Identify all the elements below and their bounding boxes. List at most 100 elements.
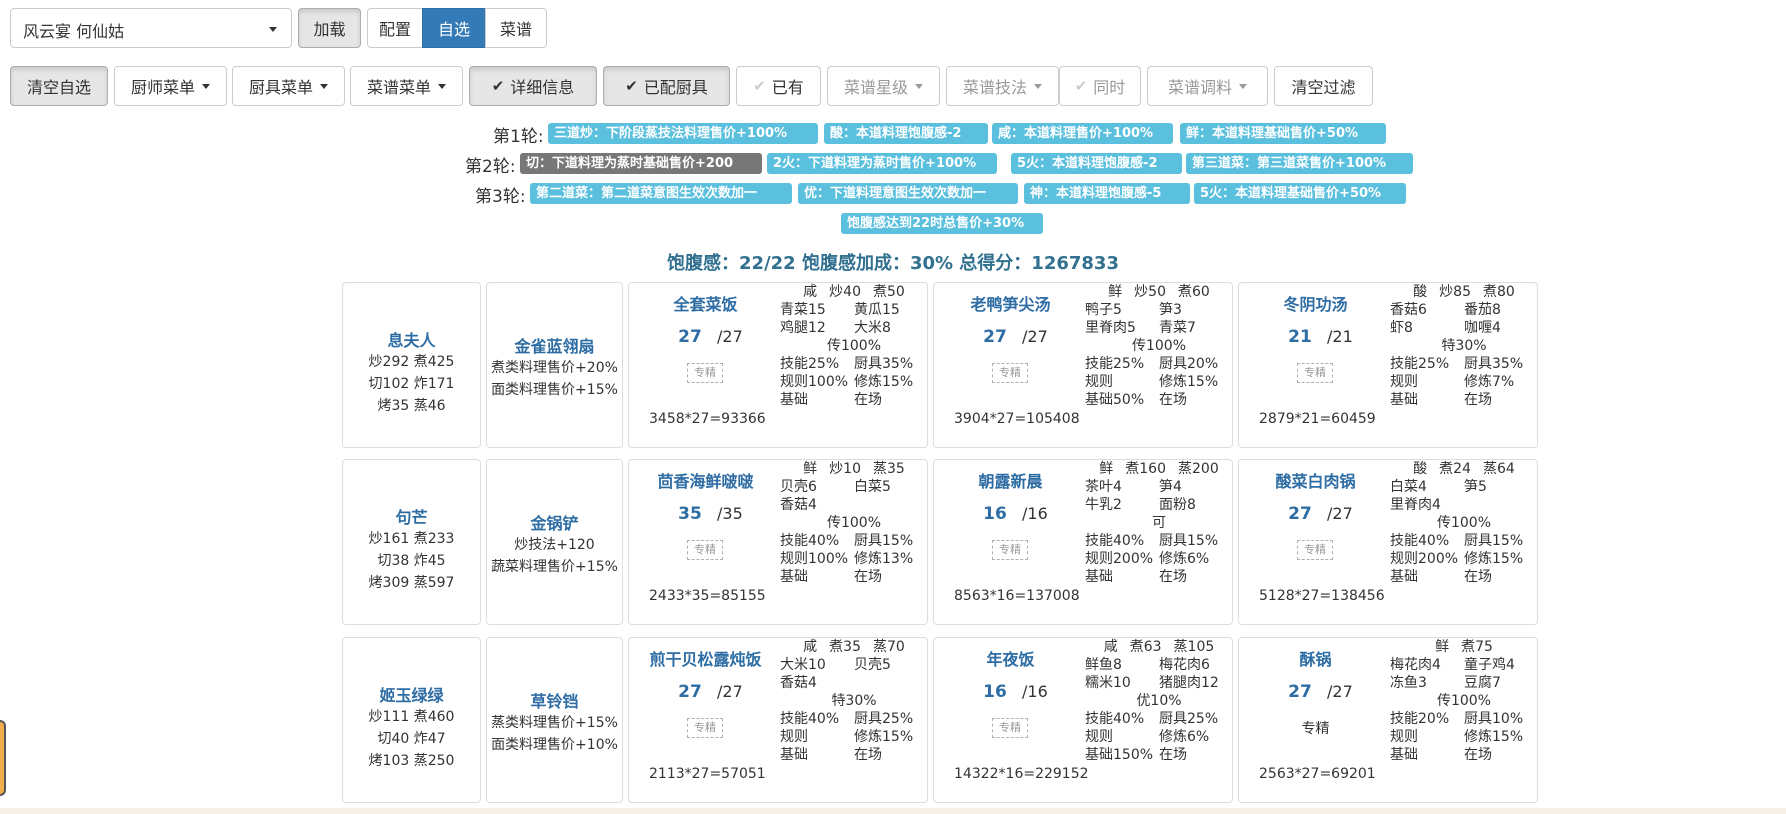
quantity-current[interactable]: 27: [676, 682, 704, 702]
chef-card[interactable]: 姬玉绿绿 炒111 煮460 切40 炸47 烤103 蒸250: [342, 637, 481, 803]
bonus-rule: 规则100% 修炼13%: [780, 550, 928, 568]
recipe-grade: 传100%: [1436, 693, 1492, 709]
quantity-current[interactable]: 27: [1286, 504, 1314, 524]
clear-filter-button[interactable]: 清空过滤: [1274, 66, 1373, 106]
recipe-attr: 蒸64: [1483, 461, 1515, 477]
quantity-current[interactable]: 16: [981, 504, 1009, 524]
recipe-attr: 酸: [1413, 461, 1428, 477]
specialty-icon[interactable]: 专精: [1297, 540, 1333, 560]
quantity-current[interactable]: 35: [676, 504, 704, 524]
equipment-card[interactable]: 草铃铛 蒸类料理售价+15% 面类料理售价+10%: [486, 637, 623, 803]
clear-selection-button[interactable]: 清空自选: [10, 66, 108, 106]
tab-recipes[interactable]: 菜谱: [485, 8, 547, 48]
owned-toggle[interactable]: ✔ 已有: [736, 66, 821, 106]
recipe-card[interactable]: 冬阴功汤 21 /21 专精 2879*21=60459 酸炒85 煮80 香菇6…: [1238, 282, 1538, 448]
bottom-scrollbar[interactable]: [0, 808, 1786, 814]
menu-select[interactable]: 风云宴 何仙姑: [10, 8, 292, 48]
specialty-icon[interactable]: 专精: [1297, 363, 1333, 383]
specialty-icon[interactable]: 专精: [687, 718, 723, 738]
quantity-current[interactable]: 16: [981, 682, 1009, 702]
round-tag: 神：本道料理饱腹感-5: [1024, 183, 1190, 204]
recipe-attr: 煮63: [1129, 639, 1162, 655]
rarity-filter[interactable]: 菜谱星级: [827, 66, 940, 106]
quantity-current[interactable]: 21: [1286, 327, 1314, 347]
equip-menu-button[interactable]: 厨具菜单: [232, 66, 345, 106]
recipe-name: 酸菜白肉锅: [1275, 472, 1356, 491]
recipe-details: 鲜炒10 蒸35 贝壳6 白菜5 香菇4 传100% 技能40% 厨具15% 规则10…: [780, 460, 928, 586]
recipe-card[interactable]: 茴香海鲜啵啵 35 /35 专精 2433*35=85155 鲜炒10 蒸35 贝…: [628, 459, 928, 625]
specialty-icon[interactable]: 专精: [992, 718, 1028, 738]
skill-label: 菜谱技法: [962, 78, 1027, 97]
recipe-attr: 鲜: [1099, 461, 1114, 477]
specialty-icon[interactable]: 专精: [687, 363, 723, 383]
recipe-details: 酸煮24 蒸64 白菜4 笋5 里脊肉4 传100% 技能40% 厨具15% 规则20…: [1390, 460, 1538, 586]
ingredient: 豆腐7: [1464, 675, 1501, 691]
round-tag: 三道炒：下阶段蒸技法料理售价+100%: [548, 123, 818, 144]
ingredient-row: 鲜鱼8 梅花肉6: [1085, 656, 1233, 674]
chef-stats: 炒292 煮425 切102 炸171 烤35 蒸46: [343, 351, 480, 417]
equipment-card[interactable]: 金锅铲 炒技法+120 蔬菜料理售价+15%: [486, 459, 623, 625]
tab-config[interactable]: 配置: [367, 8, 423, 48]
recipe-name: 全套菜饭: [673, 295, 738, 314]
recipe-menu-button[interactable]: 菜谱菜单: [350, 66, 463, 106]
bonus-skill-right: 厨具15%: [854, 533, 914, 549]
recipe-attr: 鲜: [1435, 639, 1450, 655]
bonus-skill-left: 技能40%: [780, 533, 840, 549]
score-summary: 饱腹感：22/22 饱腹感加成：30% 总得分：1267833: [667, 253, 1119, 274]
simultaneous-label: 同时: [1093, 78, 1126, 97]
recipe-card[interactable]: 煎干贝松露炖饭 27 /27 专精 2113*27=57051 咸煮35 蒸70 …: [628, 637, 928, 803]
bonus-rule-left: 规则200%: [1085, 551, 1154, 567]
round-tag: 第二道菜：第二道菜意图生效次数加一: [530, 183, 792, 204]
tab-custom[interactable]: 自选: [422, 8, 486, 48]
equipment-card[interactable]: 金雀蓝翎扇 煮类料理售价+20% 面类料理售价+15%: [486, 282, 623, 448]
recipe-name: 煎干贝松露炖饭: [649, 650, 762, 669]
recipe-card[interactable]: 朝露新晨 16 /16 专精 8563*16=137008 鲜煮160 蒸200 …: [933, 459, 1233, 625]
chef-name: 姬玉绿绿: [379, 686, 444, 705]
condiment-filter[interactable]: 菜谱调料: [1147, 66, 1268, 106]
details-toggle[interactable]: ✔ 详细信息: [469, 66, 597, 106]
equipped-toggle[interactable]: ✔ 已配厨具: [603, 66, 730, 106]
round-label: 第3轮:: [475, 187, 526, 207]
round-tag: 第三道菜：第三道菜售价+100%: [1186, 153, 1413, 174]
chef-card[interactable]: 息夫人 炒292 煮425 切102 炸171 烤35 蒸46: [342, 282, 481, 448]
recipe-header: 鲜煮75: [1390, 638, 1538, 656]
equipment-effects: 蒸类料理售价+15% 面类料理售价+10%: [487, 712, 622, 756]
bonus-skill-right: 厨具35%: [1464, 356, 1524, 372]
load-button[interactable]: 加载: [298, 8, 361, 48]
bonus-rule-left: 规则: [780, 729, 808, 745]
bonus-base-right: 在场: [1464, 569, 1492, 585]
specialty-label: 专精: [1304, 543, 1326, 556]
recipe-card[interactable]: 全套菜饭 27 /27 专精 3458*27=93366 咸炒40 煮50 青菜1…: [628, 282, 928, 448]
ingredient: 里脊肉4: [1390, 497, 1441, 513]
side-handle[interactable]: [0, 720, 6, 796]
recipe-card[interactable]: 酸菜白肉锅 27 /27 专精 5128*27=138456 酸煮24 蒸64 白…: [1238, 459, 1538, 625]
chef-card[interactable]: 句芒 炒161 煮233 切38 炸45 烤309 蒸597: [342, 459, 481, 625]
recipe-card[interactable]: 酥锅 27 /27 专精 2563*27=69201 鲜煮75 梅花肉4 童子鸡4…: [1238, 637, 1538, 803]
specialty-icon[interactable]: 专精: [687, 540, 723, 560]
recipe-header: 咸煮35 蒸70: [780, 638, 928, 656]
equipment-effects: 炒技法+120 蔬菜料理售价+15%: [487, 534, 622, 578]
specialty-label: 专精: [999, 721, 1021, 734]
quantity-current[interactable]: 27: [981, 327, 1009, 347]
simultaneous-toggle[interactable]: ✔ 同时: [1059, 66, 1141, 106]
equipped-label: 已配厨具: [643, 78, 708, 97]
bonus-base: 基础 在场: [1390, 568, 1538, 586]
chef-menu-button[interactable]: 厨师菜单: [114, 66, 227, 106]
ingredient: 贝壳5: [854, 657, 891, 673]
recipe-card[interactable]: 年夜饭 16 /16 专精 14322*16=229152 咸煮63 蒸105 鲜…: [933, 637, 1233, 803]
bonus-rule-right: 修炼6%: [1159, 729, 1210, 745]
round-tag: 5火：本道料理基础售价+50%: [1194, 183, 1406, 204]
recipe-card[interactable]: 老鸭笋尖汤 27 /27 专精 3904*27=105408 鲜炒50 煮60 鸭…: [933, 282, 1233, 448]
quantity-current[interactable]: 27: [1286, 682, 1314, 702]
ingredient: 青菜15: [780, 302, 826, 318]
ingredient: 番茄8: [1464, 302, 1501, 318]
specialty-icon[interactable]: 专精: [992, 363, 1028, 383]
specialty-icon[interactable]: 专精: [992, 540, 1028, 560]
quantity-current[interactable]: 27: [676, 327, 704, 347]
ingredient: 猪腿肉12: [1159, 675, 1219, 691]
round-tag: 5火：本道料理饱腹感-2: [1011, 153, 1182, 174]
recipe-specialty: 专精: [1301, 721, 1330, 737]
quantity-total: /27: [1327, 682, 1353, 701]
quantity-total: /16: [1022, 682, 1048, 701]
skill-filter[interactable]: 菜谱技法: [946, 66, 1059, 106]
